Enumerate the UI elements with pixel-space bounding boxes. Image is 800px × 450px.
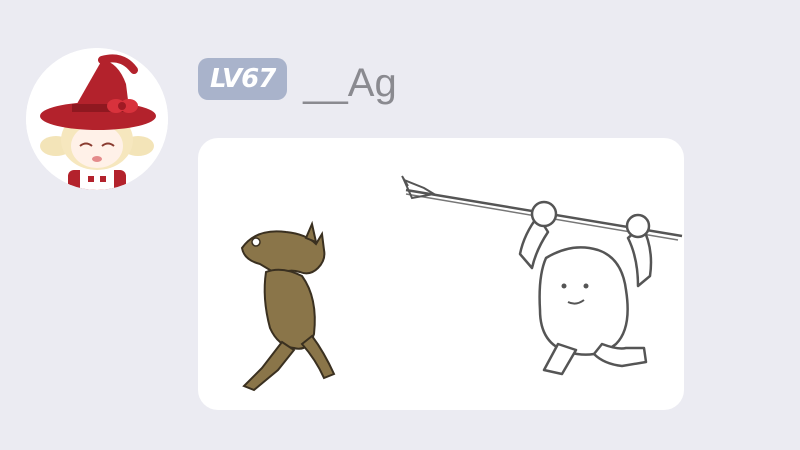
anime-witch-avatar-icon (26, 48, 168, 190)
stickman-chasing-horse-sticker (240, 175, 683, 392)
horse-figure (240, 220, 336, 392)
message-header: LV67 __Ag (198, 56, 397, 105)
user-avatar[interactable] (26, 48, 168, 190)
level-badge-text: LV67 (210, 64, 276, 94)
sticker-message-bubble[interactable] (198, 138, 684, 410)
username[interactable]: __Ag (303, 60, 396, 106)
level-badge: LV67 (198, 58, 288, 100)
